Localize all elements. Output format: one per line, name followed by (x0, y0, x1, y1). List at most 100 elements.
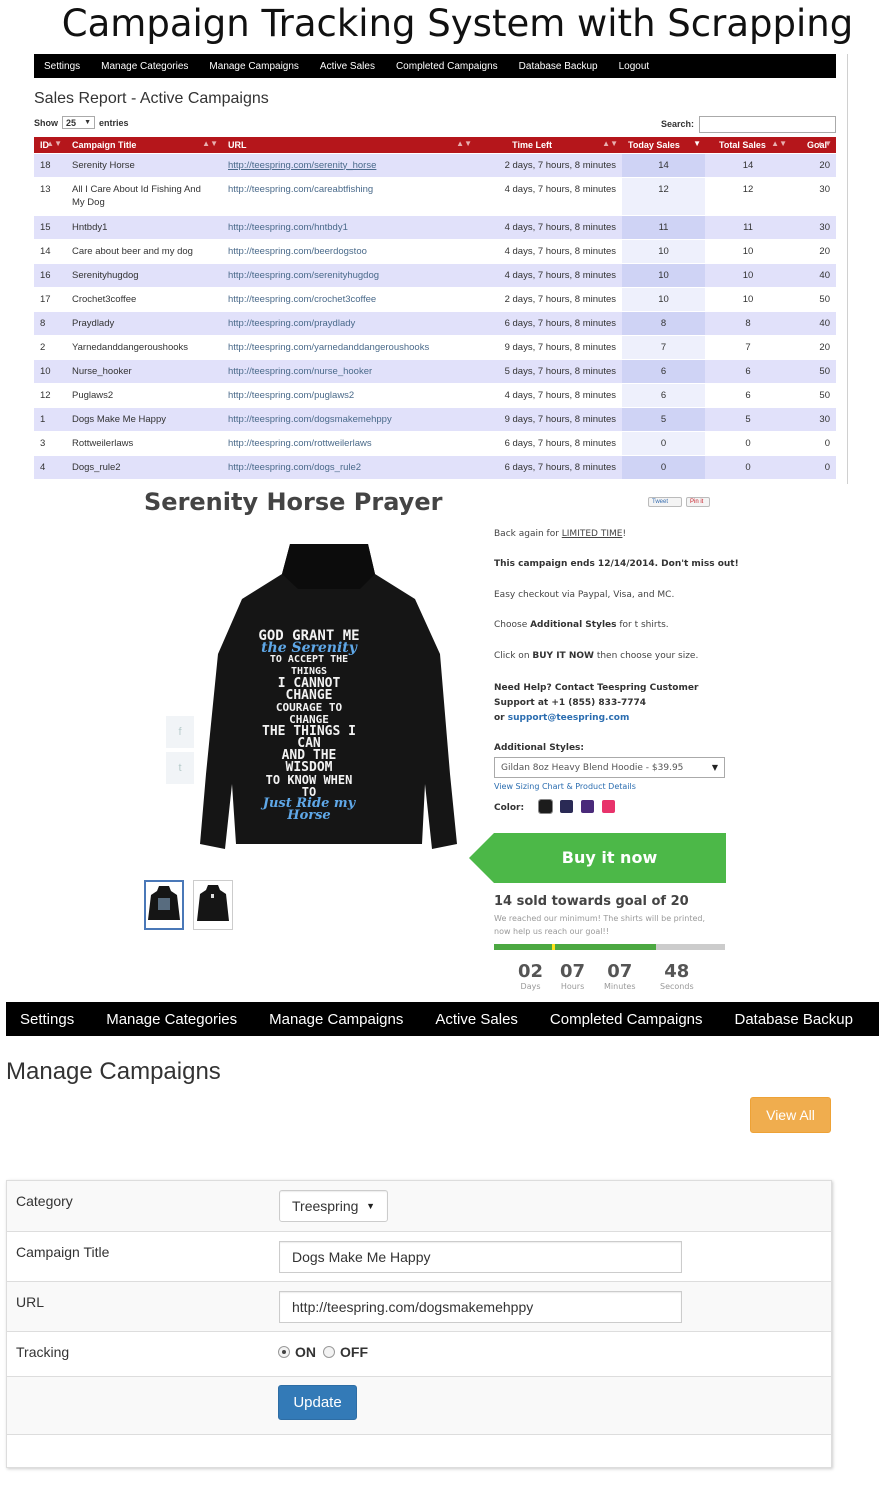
hoodie-print-line: I CANNOT CHANGE (277, 676, 341, 703)
cell-time-left: 2 days, 7 hours, 8 minutes (476, 152, 622, 177)
cell-id: 8 (34, 310, 66, 335)
cell-today-sales: 11 (622, 214, 705, 239)
buy-it-now-button[interactable]: Buy it now (494, 833, 725, 883)
entries-select[interactable]: 25 ▼ (62, 116, 95, 129)
tweet-button[interactable]: Tweet (648, 497, 682, 507)
radio-off[interactable] (323, 1346, 335, 1358)
limited-time-link[interactable]: LIMITED TIME (562, 529, 623, 539)
search-input[interactable] (699, 116, 836, 133)
cell-url[interactable]: http://teespring.com/dogsmakemehppy (222, 406, 476, 431)
support-email-link[interactable]: support@teespring.com (508, 713, 630, 723)
nav-completed-campaigns[interactable]: Completed Campaigns (396, 61, 498, 72)
cell-total-sales: 10 (705, 238, 791, 263)
color-swatch[interactable] (602, 800, 615, 813)
countdown-label: Seconds (660, 982, 694, 991)
cell-url[interactable]: http://teespring.com/beerdogstoo (222, 238, 476, 263)
top-navbar: Settings Manage Categories Manage Campai… (34, 54, 836, 78)
col-header-title[interactable]: Campaign Title ▲▼ (66, 137, 222, 153)
table-row: 15 Hntbdy1 http://teespring.com/hntbdy1 4 d… (34, 214, 836, 239)
nav-manage-categories[interactable]: Manage Categories (101, 61, 188, 72)
sales-report-table: ID ▲▼ Campaign Title ▲▼ URL ▲▼ Time Left ▲▼ … (34, 137, 836, 479)
additional-styles-label: Additional Styles: (494, 743, 584, 753)
view-all-button[interactable]: View All (750, 1097, 831, 1133)
cell-title: Rottweilerlaws (66, 430, 222, 455)
twitter-icon[interactable]: t (166, 752, 194, 784)
nav-manage-categories[interactable]: Manage Categories (106, 1011, 237, 1028)
cell-url[interactable]: http://teespring.com/nurse_hooker (222, 358, 476, 383)
cell-total-sales: 5 (705, 406, 791, 431)
col-header-today-sales[interactable]: Today Sales ▼ (622, 137, 705, 153)
color-swatch[interactable] (560, 800, 573, 813)
radio-on[interactable] (278, 1346, 290, 1358)
cell-time-left: 4 days, 7 hours, 8 minutes (476, 382, 622, 407)
style-select[interactable]: Gildan 8oz Heavy Blend Hoodie - $39.95 ▼ (494, 757, 725, 778)
cell-url[interactable]: http://teespring.com/puglaws2 (222, 382, 476, 407)
tracking-off[interactable]: OFF (323, 1344, 368, 1360)
cell-time-left: 9 days, 7 hours, 8 minutes (476, 406, 622, 431)
cell-url[interactable]: http://teespring.com/hntbdy1 (222, 214, 476, 239)
nav-completed-campaigns[interactable]: Completed Campaigns (550, 1011, 703, 1028)
cell-today-sales: 10 (622, 286, 705, 311)
thumbnail-front[interactable] (193, 880, 233, 930)
cell-today-sales: 7 (622, 334, 705, 359)
nav-active-sales[interactable]: Active Sales (320, 61, 375, 72)
dropdown-arrow-icon: ▼ (84, 119, 91, 126)
cell-url[interactable]: http://teespring.com/serenityhugdog (222, 262, 476, 287)
countdown-value: 02 (518, 961, 544, 982)
dropdown-arrow-icon: ▼ (711, 763, 718, 772)
cell-url[interactable]: http://teespring.com/praydlady (222, 310, 476, 335)
cell-url[interactable]: http://teespring.com/rottweilerlaws (222, 430, 476, 455)
cell-total-sales: 0 (705, 430, 791, 455)
product-title: Serenity Horse Prayer (144, 488, 443, 516)
tracking-on[interactable]: ON (278, 1344, 316, 1360)
sizing-chart-link[interactable]: View Sizing Chart & Product Details (494, 782, 636, 791)
cell-title: Yarnedanddangeroushooks (66, 334, 222, 359)
pinit-button[interactable]: Pin it (686, 497, 710, 507)
tracking-label: Tracking (16, 1344, 70, 1360)
nav-manage-campaigns[interactable]: Manage Campaigns (269, 1011, 403, 1028)
update-button[interactable]: Update (278, 1385, 357, 1420)
col-header-time-left[interactable]: Time Left ▲▼ (476, 137, 622, 153)
color-swatch[interactable] (581, 800, 594, 813)
countdown-seconds: 48 Seconds (660, 961, 694, 991)
cell-url[interactable]: http://teespring.com/dogs_rule2 (222, 454, 476, 479)
cell-goal: 40 (791, 310, 836, 335)
nav-settings[interactable]: Settings (20, 1011, 74, 1028)
nav-manage-campaigns[interactable]: Manage Campaigns (209, 61, 299, 72)
cell-url[interactable]: http://teespring.com/serenity_horse (222, 152, 476, 177)
sold-towards-goal: 14 sold towards goal of 20 (494, 894, 689, 909)
cell-id: 16 (34, 262, 66, 287)
category-select[interactable]: Treespring ▼ (279, 1190, 388, 1222)
cell-url[interactable]: http://teespring.com/careabtfishing (222, 176, 476, 215)
color-swatch[interactable] (538, 799, 553, 814)
cell-time-left: 6 days, 7 hours, 8 minutes (476, 310, 622, 335)
cell-today-sales: 6 (622, 358, 705, 383)
cell-title: Care about beer and my dog (66, 238, 222, 263)
col-header-total-sales[interactable]: Total Sales ▲▼ (705, 137, 791, 153)
cell-goal: 50 (791, 358, 836, 383)
table-row: 1 Dogs Make Me Happy http://teespring.com/… (34, 406, 836, 431)
cell-today-sales: 6 (622, 382, 705, 407)
campaign-title-input[interactable]: Dogs Make Me Happy (279, 1241, 682, 1273)
col-header-id[interactable]: ID ▲▼ (34, 137, 66, 153)
table-row: 3 Rottweilerlaws http://teespring.com/rott… (34, 430, 836, 455)
nav-settings[interactable]: Settings (44, 61, 80, 72)
sort-icon: ▲▼ (602, 139, 618, 148)
facebook-icon[interactable]: f (166, 716, 194, 748)
col-header-url[interactable]: URL ▲▼ (222, 137, 476, 153)
col-header-goal[interactable]: Goal ▲▼ (791, 137, 836, 153)
cell-total-sales: 10 (705, 286, 791, 311)
cell-today-sales: 10 (622, 238, 705, 263)
cell-id: 10 (34, 358, 66, 383)
cell-url[interactable]: http://teespring.com/crochet3coffee (222, 286, 476, 311)
nav-active-sales[interactable]: Active Sales (435, 1011, 518, 1028)
nav-database-backup[interactable]: Database Backup (519, 61, 598, 72)
cell-total-sales: 10 (705, 262, 791, 287)
cell-id: 3 (34, 430, 66, 455)
cell-url[interactable]: http://teespring.com/yarnedanddangeroush… (222, 334, 476, 359)
table-row: 10 Nurse_hooker http://teespring.com/nurse… (34, 358, 836, 383)
nav-logout[interactable]: Logout (619, 61, 650, 72)
url-input[interactable]: http://teespring.com/dogsmakemehppy (279, 1291, 682, 1323)
nav-database-backup[interactable]: Database Backup (735, 1011, 853, 1028)
thumbnail-back[interactable] (144, 880, 184, 930)
